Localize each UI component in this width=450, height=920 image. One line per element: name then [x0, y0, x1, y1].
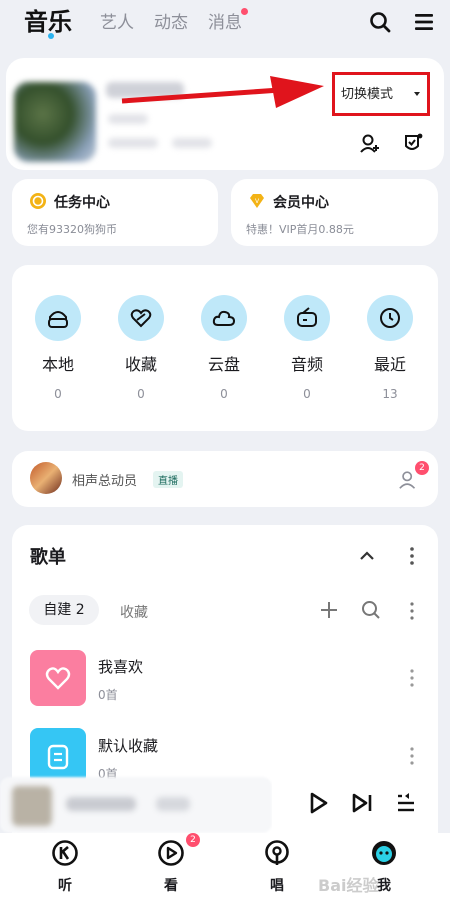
mini-player[interactable] — [0, 777, 450, 833]
caret-down-icon — [414, 92, 420, 96]
nav-sing[interactable]: 唱 — [252, 839, 302, 895]
task-center-title: 任务中心 — [54, 195, 110, 211]
profile-info-blurred — [172, 138, 212, 148]
nav-label: 看 — [164, 878, 178, 894]
notification-badge: 2 — [415, 461, 429, 475]
nav-label: 听 — [58, 878, 72, 894]
search-icon[interactable] — [360, 599, 382, 621]
menu-icon[interactable] — [412, 10, 436, 34]
document-icon — [47, 744, 69, 770]
check-in-icon[interactable] — [400, 132, 424, 156]
quick-count: 0 — [220, 387, 228, 401]
playlist-title: 歌单 — [30, 547, 66, 568]
now-playing-cover[interactable] — [12, 786, 52, 826]
heart-icon — [45, 667, 71, 690]
quick-label: 收藏 — [124, 355, 157, 374]
vip-diamond-icon: V — [250, 194, 264, 208]
tab-collected-playlists[interactable]: 收藏 — [120, 602, 148, 622]
clock-icon — [380, 308, 400, 328]
active-tab-indicator — [48, 33, 54, 39]
more-icon[interactable] — [410, 747, 414, 765]
avatar[interactable] — [14, 82, 96, 162]
quick-count: 13 — [382, 387, 398, 401]
quick-label: 云盘 — [207, 355, 240, 374]
coin-icon — [30, 193, 46, 209]
vip-center-title: 会员中心 — [273, 195, 329, 211]
quick-item-audio[interactable]: 音频 0 — [277, 295, 337, 415]
watch-icon — [158, 840, 184, 866]
player-controls — [272, 777, 438, 833]
coin-balance: 您有93320狗狗币 — [27, 223, 117, 236]
tab-artists[interactable]: 艺人 — [100, 8, 134, 33]
playlist-count: 0首 — [98, 688, 118, 702]
vip-center-card[interactable]: V 会员中心 特惠！VIP首月0.88元 — [231, 179, 438, 246]
quick-label: 音频 — [290, 355, 323, 374]
now-playing-artist-blurred — [156, 797, 190, 811]
microphone-icon — [265, 840, 289, 865]
highlight-frame: 切换模式 — [332, 72, 430, 116]
live-avatar[interactable] — [30, 462, 62, 494]
quick-count: 0 — [303, 387, 311, 401]
live-room-name: 相声总动员 — [72, 474, 138, 489]
add-friend-icon[interactable] — [358, 132, 382, 156]
radio-icon — [297, 307, 317, 327]
playlist-cover[interactable] — [30, 650, 86, 706]
quick-count: 0 — [137, 387, 145, 401]
playlist-name[interactable]: 我喜欢 — [98, 656, 143, 677]
watermark: Bai经验 — [318, 876, 379, 895]
quick-label: 本地 — [41, 355, 74, 374]
queue-list-icon[interactable] — [394, 791, 418, 815]
quick-label: 最近 — [373, 355, 406, 374]
live-badge: 直播 — [153, 471, 183, 488]
profile-info-blurred — [108, 114, 148, 124]
live-strip[interactable]: 相声总动员 直播 2 — [12, 451, 438, 507]
playlist-cover[interactable] — [30, 728, 86, 784]
nav-watch[interactable]: 看 — [146, 839, 196, 895]
task-center-card[interactable]: 任务中心 您有93320狗狗币 — [12, 179, 218, 246]
tab-created-playlists[interactable]: 自建 2 — [29, 595, 99, 625]
more-icon[interactable] — [410, 547, 414, 565]
heart-icon — [130, 309, 152, 328]
next-track-icon[interactable] — [350, 791, 374, 815]
search-icon[interactable] — [368, 10, 392, 34]
more-icon[interactable] — [410, 669, 414, 687]
notification-badge: 2 — [186, 833, 200, 847]
now-playing-title-blurred — [66, 797, 136, 811]
quick-item-cloud[interactable]: 云盘 0 — [194, 295, 254, 415]
switch-mode-button[interactable]: 切换模式 — [341, 83, 393, 102]
collapse-chevron-icon[interactable] — [356, 545, 378, 567]
nav-label: 唱 — [270, 878, 284, 894]
cloud-icon — [212, 310, 236, 326]
play-icon[interactable] — [306, 791, 330, 815]
add-icon[interactable] — [318, 599, 340, 621]
more-icon[interactable] — [410, 602, 414, 620]
quick-count: 0 — [54, 387, 62, 401]
me-mascot-icon — [372, 841, 396, 865]
profile-info-blurred — [108, 138, 158, 148]
quick-item-local[interactable]: 本地 0 — [28, 295, 88, 415]
tab-feed[interactable]: 动态 — [154, 8, 188, 33]
top-tab-bar: 音乐 艺人 动态 消息 — [0, 0, 450, 48]
tab-messages[interactable]: 消息 — [208, 8, 242, 33]
quick-item-favorites[interactable]: 收藏 0 — [111, 295, 171, 415]
quick-access-panel: 本地 0 收藏 0 云盘 0 音频 0 最近 13 — [12, 265, 438, 431]
playlist-name[interactable]: 默认收藏 — [98, 735, 158, 756]
bottom-nav: 听 看 2 唱 我 — [0, 833, 450, 920]
annotation-arrow-icon — [121, 76, 324, 108]
vip-promo: 特惠！VIP首月0.88元 — [246, 223, 354, 236]
headphones-icon — [48, 311, 68, 328]
quick-item-recent[interactable]: 最近 13 — [360, 295, 420, 415]
tab-music[interactable]: 音乐 — [24, 2, 72, 37]
listen-icon — [52, 840, 78, 866]
nav-listen[interactable]: 听 — [40, 839, 90, 895]
messages-unread-dot — [241, 8, 248, 15]
